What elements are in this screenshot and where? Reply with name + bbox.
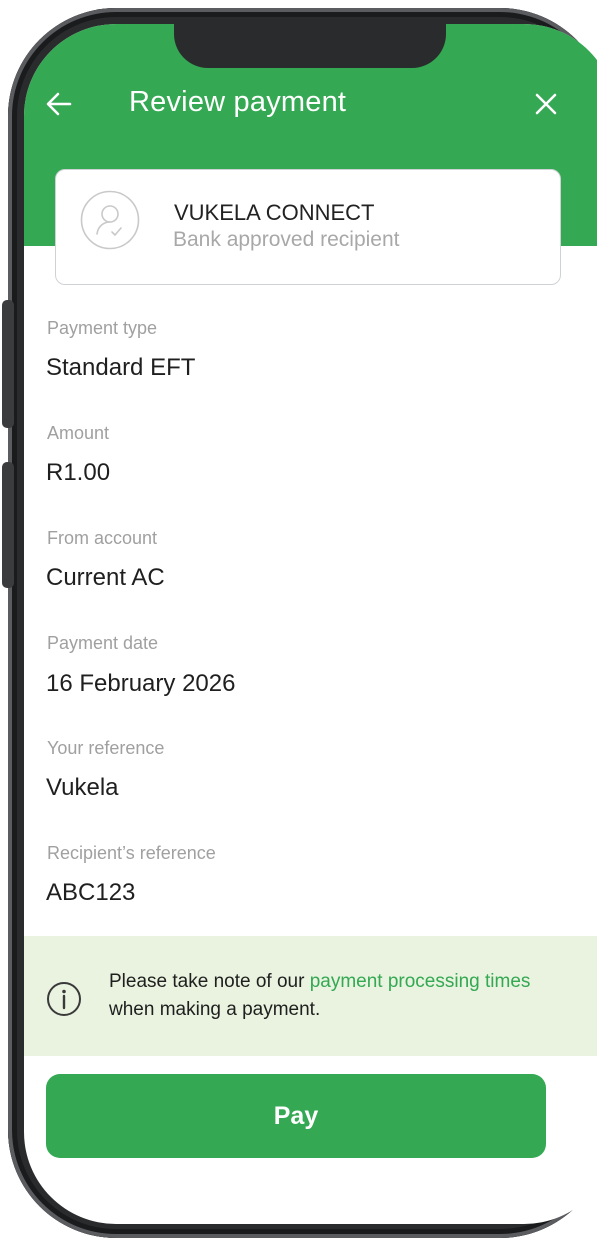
page-title: Review payment [129, 86, 347, 118]
payment-type-label: Payment type [47, 318, 158, 338]
arrow-left-icon[interactable] [45, 90, 73, 118]
notch [174, 24, 446, 68]
payment-date-label: Payment date [47, 633, 159, 653]
your-reference-value: Vukela [46, 774, 119, 801]
processing-times-notice: Please take note of our payment processi… [24, 936, 597, 1056]
recipient-name: VUKELA CONNECT [174, 200, 375, 225]
amount-label: Amount [47, 423, 110, 443]
your-reference-label: Your reference [47, 738, 165, 758]
notice-text: Please take note of our payment processi… [109, 968, 559, 1024]
app-screen: Review payment VUKELA CONNECT Bank appro… [24, 24, 597, 1224]
notice-text-after: when making a payment. [109, 999, 321, 1020]
close-icon[interactable] [532, 90, 560, 118]
recipient-card: VUKELA CONNECT Bank approved recipient [55, 169, 561, 285]
recipient-reference-value: ABC123 [46, 879, 136, 906]
recipient-reference-label: Recipient’s reference [47, 843, 216, 863]
pay-button[interactable]: Pay [46, 1074, 546, 1158]
info-icon [47, 982, 81, 1016]
payment-type-value: Standard EFT [46, 354, 196, 381]
side-button-volume-up [2, 300, 14, 428]
payment-date-value: 16 February 2026 [46, 670, 236, 697]
payment-processing-times-link[interactable]: payment processing times [310, 971, 531, 992]
from-account-label: From account [47, 528, 158, 548]
verified-user-icon [80, 190, 140, 250]
side-button-volume-down [2, 462, 14, 588]
notice-text-before: Please take note of our [109, 971, 310, 992]
recipient-status: Bank approved recipient [173, 228, 400, 251]
from-account-value: Current AC [46, 564, 165, 591]
amount-value: R1.00 [46, 459, 111, 486]
